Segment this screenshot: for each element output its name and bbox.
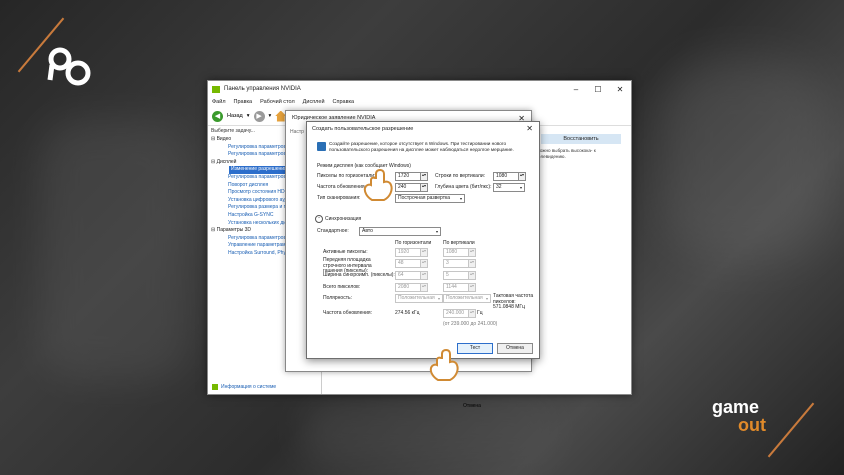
cancel-button-behind[interactable]: Отмена bbox=[452, 401, 492, 411]
close-icon[interactable]: ✕ bbox=[526, 124, 533, 133]
custom-resolution-dialog: Создать пользовательское разрешение ✕ Со… bbox=[306, 121, 540, 359]
menu-edit[interactable]: Правка bbox=[234, 99, 253, 105]
spinner: ▴▾ bbox=[420, 259, 428, 268]
total-v-input: 1144 bbox=[443, 283, 469, 292]
dialog-title: Создать пользовательское разрешение bbox=[312, 125, 414, 132]
pixel-clock-label: Тактовая частота пикселов: bbox=[493, 293, 534, 305]
forward-arrow-icon[interactable]: ▶ bbox=[253, 110, 265, 122]
h-pixels-input[interactable]: 1720 bbox=[395, 172, 421, 181]
polarity-v-select: Положительная ▾ bbox=[443, 294, 491, 303]
h-pixels-spinner[interactable]: ▴▾ bbox=[420, 172, 428, 181]
background-blur bbox=[40, 120, 190, 380]
refresh-rate-label: Частота обновления: bbox=[323, 310, 372, 316]
total-h-input: 2080 bbox=[395, 283, 421, 292]
test-button[interactable]: Тест bbox=[457, 343, 493, 354]
spinner: ▴▾ bbox=[468, 271, 476, 280]
v-lines-label: Строки по вертикали: bbox=[435, 173, 486, 179]
standard-label: Стандартное: bbox=[317, 228, 349, 234]
pointer-hand-icon bbox=[429, 348, 459, 381]
spinner: ▴▾ bbox=[420, 283, 428, 292]
monitor-icon bbox=[317, 142, 326, 151]
column-horizontal: По горизонтали bbox=[395, 240, 432, 246]
menu-help[interactable]: Справка bbox=[333, 99, 355, 105]
decor-slash bbox=[767, 402, 815, 458]
gameout-logo: game out bbox=[712, 398, 766, 434]
chevron-down-icon: ▾ bbox=[485, 296, 488, 301]
tree-item-change-resolution[interactable]: Изменение разрешения bbox=[229, 166, 287, 174]
spinner: ▴▾ bbox=[420, 271, 428, 280]
active-v-input: 1080 bbox=[443, 248, 469, 257]
standard-select[interactable]: Авто ▾ bbox=[359, 227, 441, 236]
polarity-label: Полярность: bbox=[323, 295, 352, 301]
dialog-titlebar: Создать пользовательское разрешение ✕ bbox=[307, 122, 539, 135]
cancel-button[interactable]: Отмена bbox=[497, 343, 533, 354]
window-titlebar: Панель управления NVIDIA – ☐ ✕ bbox=[208, 81, 631, 97]
color-depth-label: Глубина цвета (бит/пкс): bbox=[435, 184, 492, 190]
content-description: Можно выбрать высокока- к телевидению. bbox=[536, 148, 596, 159]
v-lines-input[interactable]: 1080 bbox=[493, 172, 519, 181]
pointer-hand-icon bbox=[363, 168, 393, 201]
maximize-icon[interactable]: ☐ bbox=[587, 85, 609, 94]
back-arrow-icon[interactable]: ◀ bbox=[212, 110, 223, 122]
spinner: ▴▾ bbox=[468, 259, 476, 268]
sync-label: Синхронизация bbox=[325, 216, 362, 222]
front-porch-h-input: 48 bbox=[395, 259, 421, 268]
chevron-down-icon: ▾ bbox=[437, 296, 440, 301]
row-label: Ширина синхроимп. (пикселы): bbox=[323, 272, 395, 278]
front-porch-v-input: 3 bbox=[443, 259, 469, 268]
refresh-input[interactable]: 240 bbox=[395, 183, 421, 192]
hz-unit: Гц bbox=[477, 310, 483, 316]
background-blur bbox=[660, 60, 830, 260]
chevron-down-icon: ▾ bbox=[459, 196, 462, 201]
spinner: ▴▾ bbox=[468, 283, 476, 292]
refresh-rate-khz: 274.56 кГц bbox=[395, 310, 420, 316]
color-depth-select[interactable]: 32 ▾ bbox=[493, 183, 525, 192]
logo-text-top: game bbox=[712, 397, 760, 417]
v-lines-spinner[interactable]: ▴▾ bbox=[518, 172, 526, 181]
background-blur bbox=[300, 395, 560, 465]
info-icon bbox=[212, 384, 218, 390]
active-h-input: 1920 bbox=[395, 248, 421, 257]
spinner: ▴▾ bbox=[420, 248, 428, 257]
scan-type-label: Тип сканирования: bbox=[317, 195, 361, 201]
logo-text-bottom: out bbox=[738, 415, 766, 435]
menu-desktop[interactable]: Рабочий стол bbox=[260, 99, 295, 105]
menu-display[interactable]: Дисплей bbox=[303, 99, 325, 105]
window-title: Панель управления NVIDIA bbox=[224, 86, 301, 92]
row-label: Активные пикселы: bbox=[323, 249, 368, 255]
refresh-spinner[interactable]: ▴▾ bbox=[420, 183, 428, 192]
nvidia-app-icon bbox=[212, 85, 220, 93]
column-vertical: По вертикали bbox=[443, 240, 475, 246]
refresh-rate-hz-input: 240.000 bbox=[443, 309, 469, 318]
pixel-clock-value: 571.0848 МГц bbox=[493, 304, 525, 310]
back-button[interactable]: Назад bbox=[227, 113, 243, 119]
spinner: ▴▾ bbox=[468, 309, 476, 318]
menu-bar: Файл Правка Рабочий стол Дисплей Справка bbox=[208, 97, 631, 107]
channel-logo bbox=[47, 47, 91, 86]
polarity-h-select: Положительная ▾ bbox=[395, 294, 443, 303]
collapse-chevron-icon[interactable]: ⌃ bbox=[315, 215, 323, 223]
dialog-side-text: Настр bbox=[290, 129, 304, 135]
dialog-info-text: Создайте разрешение, которое отсутствует… bbox=[329, 141, 514, 152]
minimize-icon[interactable]: – bbox=[565, 85, 587, 94]
sync-width-h-input: 64 bbox=[395, 271, 421, 280]
pixel-clock-block: Тактовая частота пикселов: 571.0848 МГц bbox=[493, 293, 535, 311]
chevron-down-icon[interactable]: ▾ bbox=[269, 113, 272, 119]
refresh-label: Частота обновления bbox=[317, 184, 365, 190]
row-label: Всего пикселов: bbox=[323, 284, 361, 290]
sync-width-v-input: 5 bbox=[443, 271, 469, 280]
menu-file[interactable]: Файл bbox=[212, 99, 226, 105]
restore-button[interactable]: Восстановить bbox=[541, 134, 621, 144]
chevron-down-icon: ▾ bbox=[519, 185, 522, 190]
refresh-range: (от 239.000 до 241.000) bbox=[443, 321, 498, 327]
scan-type-select[interactable]: Построчная развертка ▾ bbox=[395, 194, 465, 203]
system-info-link[interactable]: Информация о системе bbox=[212, 384, 276, 390]
spinner: ▴▾ bbox=[468, 248, 476, 257]
close-icon[interactable]: ✕ bbox=[609, 85, 631, 94]
chevron-down-icon: ▾ bbox=[435, 229, 438, 234]
chevron-down-icon[interactable]: ▾ bbox=[247, 113, 250, 119]
